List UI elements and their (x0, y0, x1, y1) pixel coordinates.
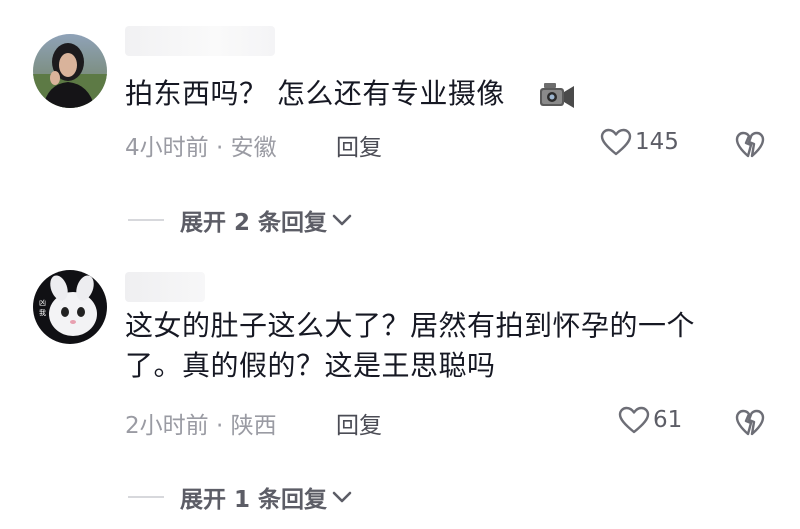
avatar[interactable]: 凶 我 (33, 270, 107, 344)
comment-text-line: 拍东西吗？ 怎么还有专业摄像 (125, 77, 505, 110)
comment-text: 拍东西吗？ 怎么还有专业摄像 (125, 74, 505, 114)
comment-text-line: 了。真的假的？这是王思聪吗 (125, 349, 496, 382)
reply-button[interactable]: 回复 (336, 128, 382, 162)
expand-replies-label: 展开 2 条回复 (180, 210, 328, 236)
comment-meta: 2小时前 · 陕西 (125, 413, 277, 439)
avatar[interactable] (33, 34, 107, 108)
svg-text:凶: 凶 (39, 299, 46, 307)
broken-heart-icon (735, 131, 765, 158)
chevron-down-icon (332, 214, 352, 226)
heart-icon (618, 406, 650, 434)
comment-text: 这女的肚子这么大了？居然有拍到怀孕的一个 了。真的假的？这是王思聪吗 (125, 306, 695, 386)
comment-meta: 4小时前 · 安徽 (125, 135, 277, 161)
reply-button[interactable]: 回复 (336, 406, 382, 440)
broken-heart-icon (735, 409, 765, 436)
video-camera-icon (538, 80, 576, 114)
expand-replies-button[interactable]: 展开 1 条回复 (128, 480, 353, 514)
divider (128, 219, 164, 221)
like-button[interactable]: 61 (618, 406, 682, 434)
svg-text:我: 我 (39, 308, 46, 317)
divider (128, 496, 164, 498)
heart-icon (600, 128, 632, 156)
chevron-down-icon (332, 491, 352, 503)
username-blurred[interactable] (125, 272, 205, 302)
expand-replies-button[interactable]: 展开 2 条回复 (128, 203, 353, 237)
username-blurred[interactable] (125, 26, 275, 56)
like-button[interactable]: 145 (600, 128, 679, 156)
dislike-button[interactable] (735, 409, 765, 441)
like-count: 145 (635, 129, 679, 155)
comment-text-line: 这女的肚子这么大了？居然有拍到怀孕的一个 (125, 309, 696, 342)
like-count: 61 (653, 407, 683, 433)
dislike-button[interactable] (735, 131, 765, 163)
expand-replies-label: 展开 1 条回复 (180, 487, 328, 513)
